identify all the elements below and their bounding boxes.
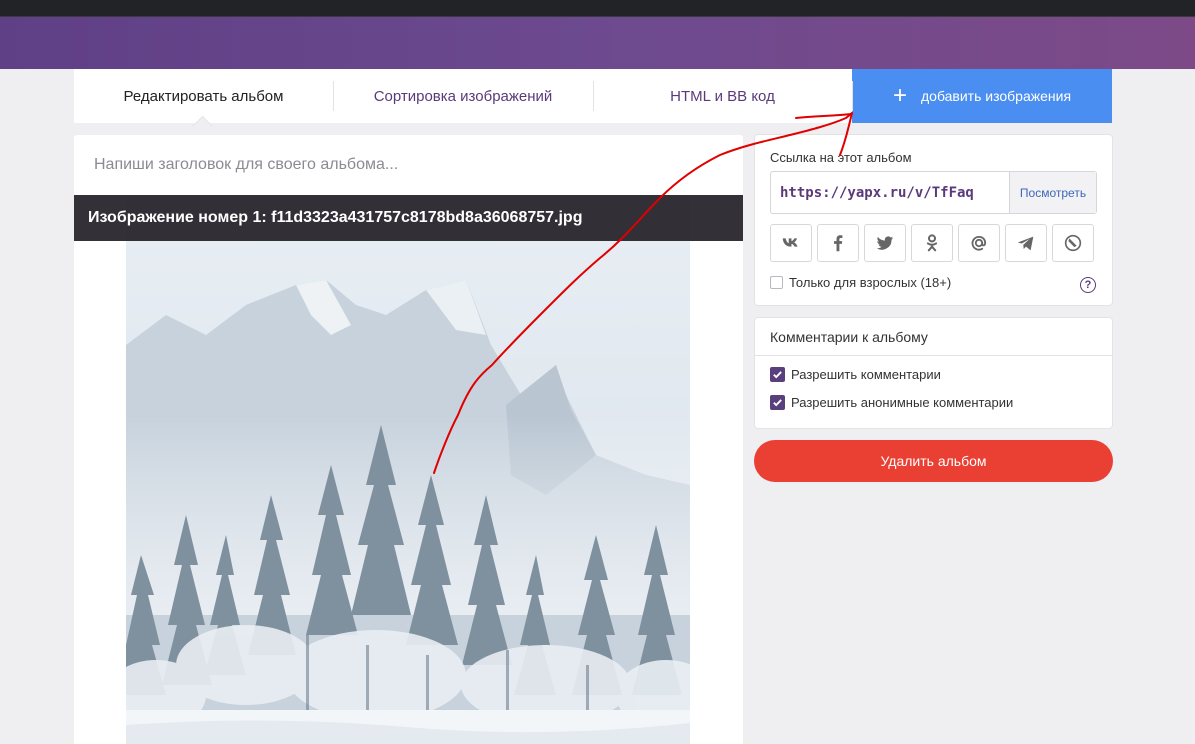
odnoklassniki-icon[interactable] — [911, 224, 953, 262]
allow-comments-checkbox[interactable] — [770, 367, 785, 382]
vk-icon[interactable] — [770, 224, 812, 262]
browser-top-bar — [0, 0, 1195, 17]
view-album-button[interactable]: Посмотреть — [1009, 172, 1096, 213]
add-images-label: добавить изображения — [920, 88, 1072, 104]
image-caption: Изображение номер 1: f11d3323a431757c817… — [74, 195, 743, 241]
livejournal-icon[interactable] — [1052, 224, 1094, 262]
album-url-field[interactable]: https://yapx.ru/v/TfFaq Посмотреть — [770, 171, 1097, 214]
allow-anonymous-label: Разрешить анонимные комментарии — [791, 395, 1014, 410]
add-images-button[interactable]: + добавить изображения — [852, 69, 1112, 123]
social-share-buttons — [770, 224, 1094, 262]
album-link-label: Ссылка на этот альбом — [770, 150, 912, 165]
tab-edit-album[interactable]: Редактировать альбом — [74, 69, 333, 138]
tab-sort-images-label: Сортировка изображений — [373, 87, 553, 105]
tab-sort-images[interactable]: Сортировка изображений — [333, 69, 593, 123]
album-title-input[interactable] — [92, 153, 716, 177]
email-icon[interactable] — [958, 224, 1000, 262]
tab-html-bb-code-label: HTML и BB код — [670, 87, 775, 105]
comments-title: Комментарии к альбому — [755, 318, 1112, 356]
help-icon[interactable]: ? — [1080, 277, 1096, 293]
checkmark-icon — [773, 399, 782, 407]
comments-settings-card: Комментарии к альбому Разрешить коммента… — [754, 317, 1113, 429]
allow-anonymous-comments-option[interactable]: Разрешить анонимные комментарии — [770, 395, 1013, 410]
telegram-icon[interactable] — [1005, 224, 1047, 262]
winter-forest-photo — [126, 195, 690, 744]
facebook-icon[interactable] — [817, 224, 859, 262]
site-header-banner — [0, 17, 1195, 69]
plus-icon: + — [892, 82, 907, 109]
album-editor: Изображение номер 1: f11d3323a431757c817… — [74, 135, 743, 744]
active-tab-pointer — [191, 115, 214, 138]
album-tabs: Редактировать альбом Сортировка изображе… — [74, 69, 1112, 138]
adult-checkbox[interactable] — [770, 276, 783, 289]
album-image[interactable] — [126, 195, 690, 744]
adult-content-option[interactable]: Только для взрослых (18+) — [770, 275, 951, 290]
tab-html-bb-code[interactable]: HTML и BB код — [593, 69, 852, 123]
allow-comments-option[interactable]: Разрешить комментарии — [770, 367, 941, 382]
allow-comments-label: Разрешить комментарии — [791, 367, 941, 382]
album-url-text[interactable]: https://yapx.ru/v/TfFaq — [771, 172, 1009, 213]
delete-album-button[interactable]: Удалить альбом — [754, 440, 1113, 482]
tab-edit-album-label: Редактировать альбом — [123, 87, 284, 105]
adult-label: Только для взрослых (18+) — [789, 275, 952, 290]
album-link-card: Ссылка на этот альбом https://yapx.ru/v/… — [754, 134, 1113, 306]
checkmark-icon — [773, 371, 782, 379]
allow-anonymous-checkbox[interactable] — [770, 395, 785, 410]
twitter-icon[interactable] — [864, 224, 906, 262]
